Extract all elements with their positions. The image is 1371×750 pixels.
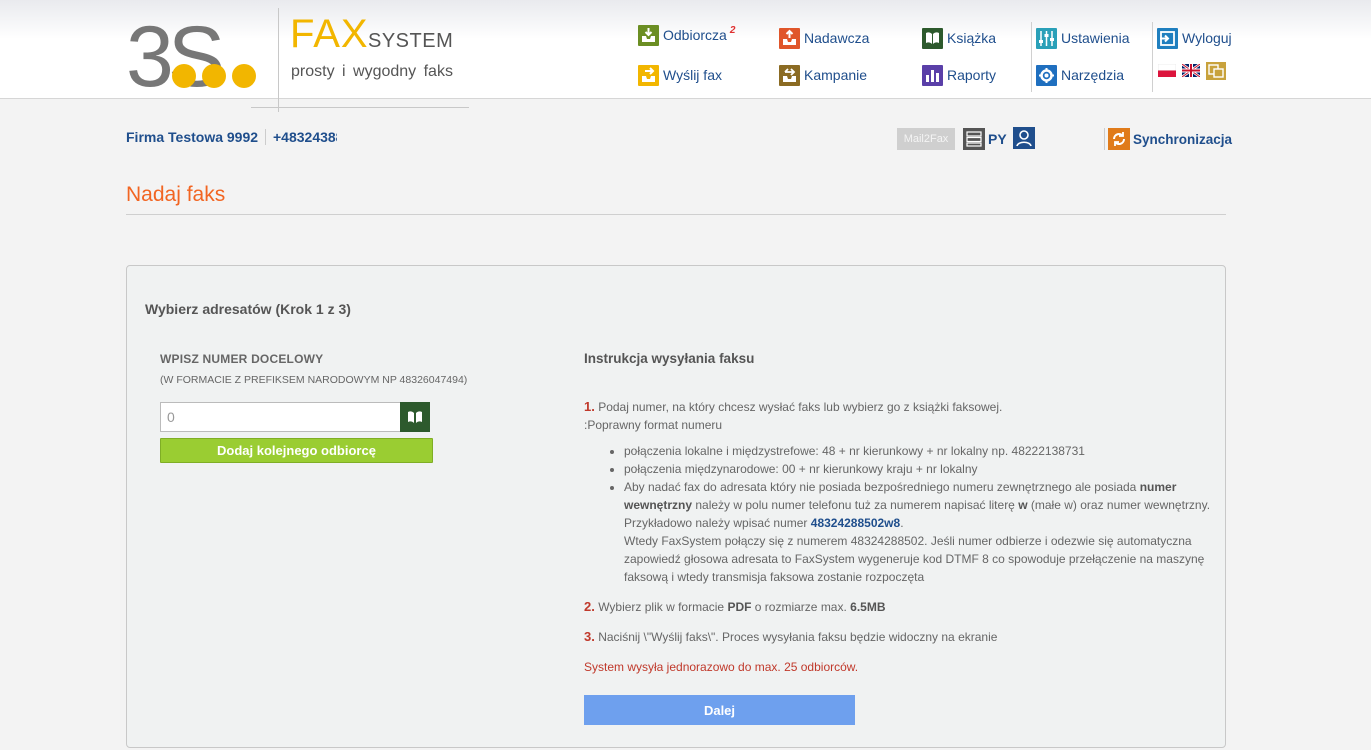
py-account[interactable]: PY bbox=[963, 128, 1007, 150]
send-fax-icon bbox=[638, 64, 659, 86]
sync-button[interactable]: Synchronizacja bbox=[1104, 128, 1232, 150]
example-number: 48324288502w8 bbox=[810, 516, 901, 530]
instruction-step-1: 1. Podaj numer, na który chcesz wysłać f… bbox=[584, 398, 1214, 434]
instructions: Instrukcja wysyłania faksu 1. Podaj nume… bbox=[584, 350, 1214, 676]
sync-icon bbox=[1108, 128, 1130, 150]
user-icon[interactable] bbox=[1013, 127, 1035, 149]
nav-ustawienia-label: Ustawienia bbox=[1061, 30, 1130, 46]
nav-separator bbox=[1152, 22, 1153, 92]
number-label: WPISZ NUMER DOCELOWY bbox=[160, 352, 324, 366]
nav-wyslij-label: Wyślij fax bbox=[663, 67, 722, 83]
nav-nadawcza-label: Nadawcza bbox=[804, 30, 870, 46]
nav-ksiazka-label: Książka bbox=[947, 30, 997, 46]
send-fax-panel: Wybierz adresatów (Krok 1 z 3) WPISZ NUM… bbox=[126, 265, 1226, 748]
nav-separator bbox=[1031, 22, 1032, 92]
outbox-icon bbox=[779, 27, 800, 49]
sync-label: Synchronizacja bbox=[1133, 131, 1233, 147]
nav-kampanie-label: Kampanie bbox=[804, 67, 868, 83]
nav-raporty[interactable]: Raporty bbox=[922, 64, 996, 86]
step-title: Wybierz adresatów (Krok 1 z 3) bbox=[145, 301, 351, 317]
nav-odbiorcza[interactable]: Odbiorcza 2 bbox=[638, 24, 735, 46]
tools-icon bbox=[1036, 64, 1057, 86]
add-recipient-button[interactable]: Dodaj kolejnego odbiorcę bbox=[160, 438, 433, 463]
list-item: Aby nadać fax do adresata który nie posi… bbox=[624, 478, 1214, 586]
nav-narzedzia[interactable]: Narzędzia bbox=[1036, 64, 1124, 86]
list-item: połączenia międzynarodowe: 00 + nr kieru… bbox=[624, 460, 1214, 478]
reports-icon bbox=[922, 64, 943, 86]
title-divider bbox=[126, 214, 1226, 215]
book-icon bbox=[408, 411, 422, 423]
brand-tagline: prosty i wygodny faks bbox=[291, 63, 453, 80]
settings-icon bbox=[1036, 27, 1057, 49]
company-phone: +48324388 bbox=[265, 129, 337, 145]
nav-wyloguj-label: Wyloguj bbox=[1182, 30, 1232, 46]
nav-raporty-label: Raporty bbox=[947, 67, 997, 83]
recipient-number-input[interactable] bbox=[160, 402, 401, 432]
brand-system: SYSTEM bbox=[368, 30, 454, 52]
server-icon bbox=[963, 128, 985, 150]
logo-3s-icon[interactable]: 3S bbox=[126, 12, 261, 92]
translate-icon[interactable] bbox=[1206, 62, 1226, 80]
step-1-number: 1. bbox=[584, 399, 595, 414]
list-item: połączenia lokalne i międzystrefowe: 48 … bbox=[624, 442, 1214, 460]
brand-fax: FAX bbox=[290, 12, 369, 56]
nav-ustawienia[interactable]: Ustawienia bbox=[1036, 27, 1129, 49]
odbiorcza-badge: 2 bbox=[729, 24, 736, 36]
instruction-step-2: 2. Wybierz plik w formacie PDF o rozmiar… bbox=[584, 599, 886, 614]
header: 3S FAX SYSTEM prosty i wygodny faks Odbi… bbox=[0, 0, 1371, 112]
logout-icon bbox=[1157, 27, 1178, 49]
nav-wyloguj[interactable]: Wyloguj bbox=[1157, 27, 1232, 49]
logo-underline bbox=[251, 107, 469, 108]
uk-flag-icon[interactable] bbox=[1182, 64, 1200, 77]
nav-kampanie[interactable]: Kampanie bbox=[779, 64, 867, 86]
step-1-text: Podaj numer, na który chcesz wysłać faks… bbox=[598, 400, 1003, 414]
book-icon bbox=[922, 27, 943, 49]
address-book-button[interactable] bbox=[400, 402, 430, 432]
nav-ksiazka[interactable]: Książka bbox=[922, 27, 996, 49]
polish-flag-icon[interactable] bbox=[1158, 64, 1176, 77]
next-button[interactable]: Dalej bbox=[584, 695, 855, 725]
step-1-subtitle: :Poprawny format numeru bbox=[584, 418, 723, 432]
nav-narzedzia-label: Narzędzia bbox=[1061, 67, 1125, 83]
mail2fax-button[interactable]: Mail2Fax bbox=[897, 128, 955, 150]
number-format-hint: (W FORMACIE Z PREFIKSEM NARODOWYM NP 483… bbox=[160, 374, 468, 386]
instructions-title: Instrukcja wysyłania faksu bbox=[584, 351, 755, 366]
campaigns-icon bbox=[779, 64, 800, 86]
inbox-icon bbox=[638, 24, 659, 46]
logo-divider bbox=[278, 8, 279, 112]
format-list: połączenia lokalne i międzystrefowe: 48 … bbox=[624, 442, 1214, 586]
page-title: Nadaj faks bbox=[126, 183, 226, 206]
py-label: PY bbox=[988, 131, 1007, 147]
instruction-step-3: 3. Naciśnij \"Wyślij faks\". Proces wysy… bbox=[584, 629, 998, 644]
nav-odbiorcza-label: Odbiorcza bbox=[663, 27, 727, 43]
nav-nadawcza[interactable]: Nadawcza bbox=[779, 27, 869, 49]
company-name: Firma Testowa 9992 bbox=[126, 129, 259, 145]
recipient-limit-warning: System wysyła jednorazowo do max. 25 odb… bbox=[584, 660, 859, 674]
nav-wyslij-fax[interactable]: Wyślij fax bbox=[638, 64, 722, 86]
